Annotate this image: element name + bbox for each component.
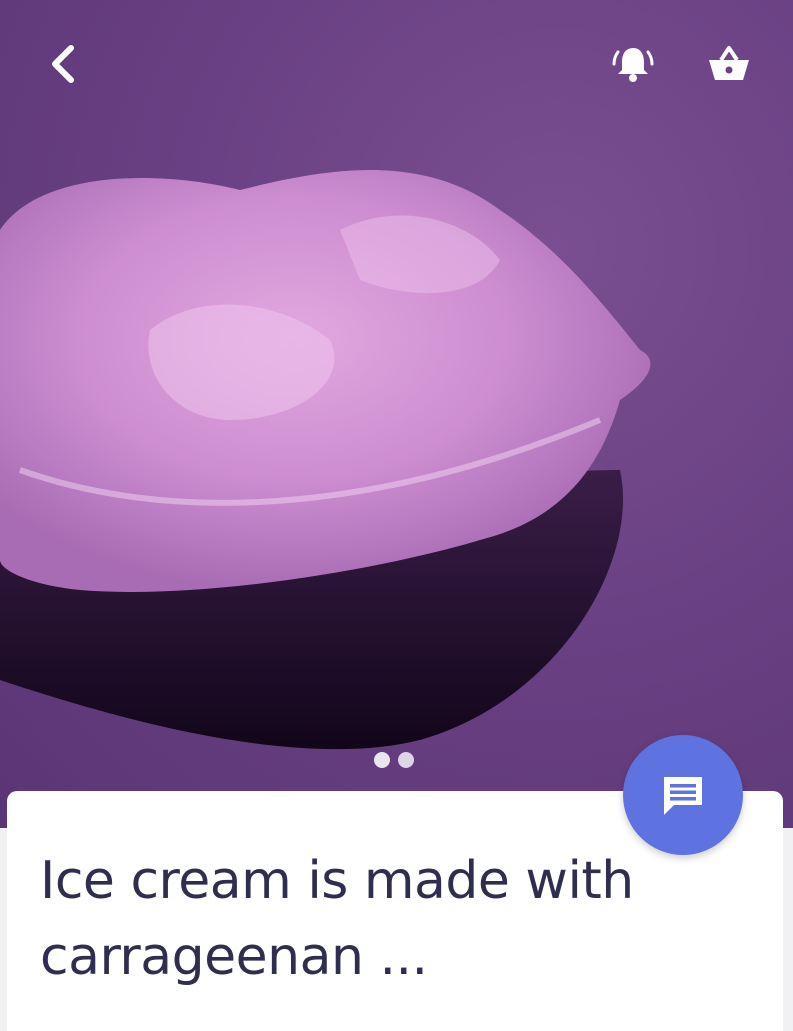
hero-image bbox=[0, 0, 793, 828]
carousel-dot[interactable] bbox=[398, 752, 414, 768]
chat-button[interactable] bbox=[623, 735, 743, 855]
basket-icon bbox=[709, 46, 749, 80]
notification-button[interactable] bbox=[603, 34, 663, 94]
carousel-dot-active[interactable] bbox=[374, 752, 390, 768]
carousel-indicator[interactable] bbox=[374, 752, 414, 768]
back-button[interactable] bbox=[32, 34, 92, 94]
article-title: Ice cream is made with carrageenan ... bbox=[40, 851, 634, 987]
chevron-left-icon bbox=[52, 45, 74, 83]
chat-message-icon bbox=[664, 777, 702, 815]
ice-cream-photo bbox=[0, 170, 651, 750]
cart-button[interactable] bbox=[699, 34, 759, 94]
bell-ringing-icon bbox=[612, 48, 654, 82]
